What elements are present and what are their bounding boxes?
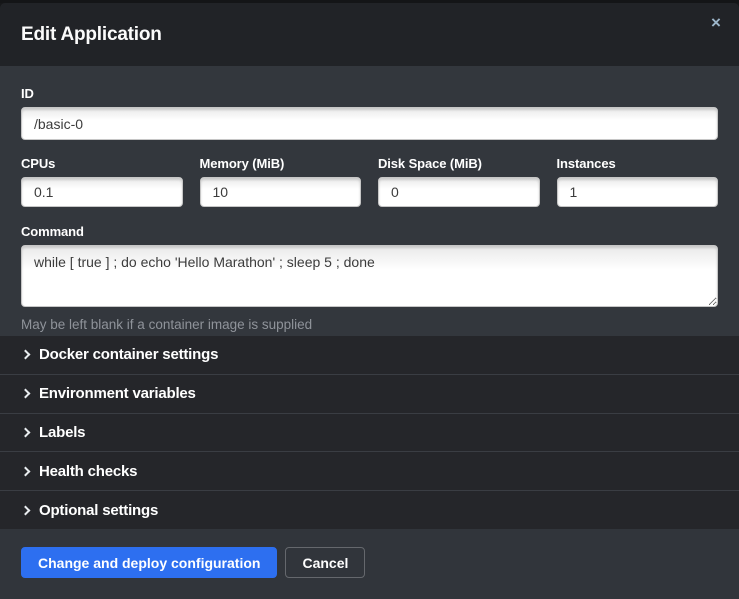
chevron-right-icon xyxy=(21,428,31,438)
collapsible-sections: Docker container settings Environment va… xyxy=(0,336,739,529)
memory-label: Memory (MiB) xyxy=(200,156,362,171)
chevron-right-icon xyxy=(21,350,31,360)
section-label: Health checks xyxy=(39,463,137,480)
id-input[interactable] xyxy=(21,107,718,140)
cancel-button[interactable]: Cancel xyxy=(285,547,365,578)
id-label: ID xyxy=(21,86,718,101)
memory-field-group: Memory (MiB) xyxy=(200,156,362,207)
modal-title: Edit Application xyxy=(21,24,162,46)
chevron-right-icon xyxy=(21,389,31,399)
disk-field-group: Disk Space (MiB) xyxy=(378,156,540,207)
command-help-text: May be left blank if a container image i… xyxy=(21,317,718,332)
section-label: Environment variables xyxy=(39,385,196,402)
command-input[interactable]: while [ true ] ; do echo 'Hello Marathon… xyxy=(21,245,718,307)
disk-label: Disk Space (MiB) xyxy=(378,156,540,171)
application-form: ID CPUs Memory (MiB) Disk Space (MiB) In xyxy=(0,66,739,336)
change-and-deploy-button[interactable]: Change and deploy configuration xyxy=(21,547,277,578)
id-field-group: ID xyxy=(21,86,718,140)
chevron-right-icon xyxy=(21,505,31,515)
section-label: Docker container settings xyxy=(39,346,218,363)
edit-application-modal: Edit Application × ID CPUs Memory (MiB) … xyxy=(0,0,739,599)
command-label: Command xyxy=(21,224,718,239)
cpus-field-group: CPUs xyxy=(21,156,183,207)
resources-row: CPUs Memory (MiB) Disk Space (MiB) Insta… xyxy=(21,156,718,207)
section-labels[interactable]: Labels xyxy=(0,414,739,453)
section-label: Optional settings xyxy=(39,502,158,519)
modal-dialog: Edit Application × ID CPUs Memory (MiB) … xyxy=(0,3,739,599)
chevron-right-icon xyxy=(21,466,31,476)
instances-input[interactable] xyxy=(557,177,719,207)
cpus-input[interactable] xyxy=(21,177,183,207)
modal-header: Edit Application × xyxy=(0,3,739,66)
close-icon[interactable]: × xyxy=(706,14,726,34)
section-docker-container-settings[interactable]: Docker container settings xyxy=(0,336,739,375)
section-label: Labels xyxy=(39,424,85,441)
command-field-group: Command while [ true ] ; do echo 'Hello … xyxy=(21,224,718,332)
modal-footer: Change and deploy configuration Cancel xyxy=(0,529,739,599)
section-health-checks[interactable]: Health checks xyxy=(0,452,739,491)
disk-input[interactable] xyxy=(378,177,540,207)
section-environment-variables[interactable]: Environment variables xyxy=(0,375,739,414)
instances-label: Instances xyxy=(557,156,719,171)
instances-field-group: Instances xyxy=(557,156,719,207)
cpus-label: CPUs xyxy=(21,156,183,171)
section-optional-settings[interactable]: Optional settings xyxy=(0,491,739,529)
memory-input[interactable] xyxy=(200,177,362,207)
